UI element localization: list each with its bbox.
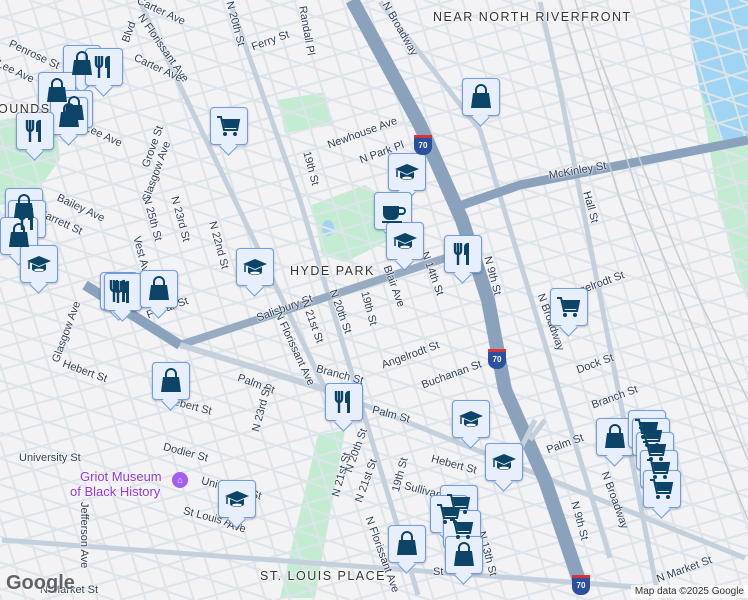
poi-marker-restaurant[interactable] — [444, 235, 482, 273]
shopping-bag-icon — [161, 368, 181, 392]
poi-marker-restaurant[interactable] — [325, 383, 363, 421]
poi-marker-shopping-bag[interactable] — [152, 362, 190, 400]
map-view[interactable]: Carter Ave Penrose St Lee Ave Blvd N Floriss… — [0, 0, 748, 600]
poi-marker-school[interactable] — [388, 153, 426, 191]
shopping-cart-icon — [217, 116, 241, 136]
shopping-cart-icon — [450, 519, 474, 539]
school-icon — [492, 454, 516, 470]
interstate-70-shield: 70 — [414, 135, 432, 155]
poi-marker-shopping-bag[interactable] — [388, 525, 426, 563]
poi-name-line1: Griot Museum — [80, 469, 162, 484]
shopping-bag-icon — [454, 542, 474, 566]
coffee-icon — [382, 206, 406, 223]
poi-marker-shopping-bag[interactable] — [140, 270, 178, 308]
poi-name-line2: of Black History — [70, 484, 161, 499]
street-label: Jefferson Ave — [78, 502, 90, 569]
poi-marker-school[interactable] — [20, 245, 58, 283]
shopping-bag-icon — [59, 103, 79, 127]
poi-marker-shopping-cart[interactable] — [643, 470, 681, 508]
poi-marker-shopping-cart[interactable] — [210, 107, 248, 145]
interstate-70-shield: 70 — [488, 349, 506, 369]
poi-marker-restaurant[interactable] — [104, 273, 142, 311]
shopping-cart-icon — [650, 479, 674, 499]
poi-marker-school[interactable] — [218, 480, 256, 518]
street-label: University St — [19, 452, 81, 464]
area-label-hyde-park: HYDE PARK — [290, 264, 375, 278]
school-icon — [225, 491, 249, 507]
restaurant-icon — [334, 390, 350, 413]
school-icon — [459, 411, 483, 427]
shopping-bag-icon — [471, 84, 491, 108]
map-attribution[interactable]: Map data ©2025 Google — [630, 585, 748, 598]
area-label-st-louis-place: ST. LOUIS PLACE — [260, 569, 387, 583]
school-icon — [27, 256, 51, 272]
google-logo: Google — [6, 572, 75, 594]
area-label-fairgrounds: OUNDS — [0, 102, 51, 116]
school-icon — [243, 259, 267, 275]
area-label-near-north-riverfront: NEAR NORTH RIVERFRONT — [433, 10, 632, 24]
restaurant-icon — [25, 119, 41, 142]
school-icon — [395, 164, 419, 180]
poi-griot-museum[interactable]: Griot Museum of Black History — [70, 469, 162, 499]
poi-marker-restaurant[interactable] — [16, 112, 54, 150]
poi-marker-restaurant[interactable] — [85, 48, 123, 86]
school-icon — [393, 233, 417, 249]
shopping-cart-icon — [557, 297, 581, 317]
museum-icon[interactable]: ⌂ — [172, 472, 188, 488]
restaurant-icon — [113, 280, 129, 303]
poi-marker-school[interactable] — [485, 443, 523, 481]
poi-marker-shopping-bag[interactable] — [462, 78, 500, 116]
poi-marker-shopping-bag[interactable] — [445, 536, 483, 574]
poi-marker-school[interactable] — [452, 400, 490, 438]
shopping-bag-icon — [397, 531, 417, 555]
poi-marker-school[interactable] — [386, 222, 424, 260]
restaurant-icon — [94, 55, 110, 78]
street-label: St — [433, 566, 444, 578]
poi-marker-school[interactable] — [236, 248, 274, 286]
shopping-bag-icon — [149, 276, 169, 300]
interstate-70-shield: 70 — [572, 575, 590, 595]
shopping-bag-icon — [605, 424, 625, 448]
poi-marker-shopping-cart[interactable] — [550, 288, 588, 326]
shopping-bag-icon — [9, 223, 29, 247]
restaurant-icon — [453, 242, 469, 265]
